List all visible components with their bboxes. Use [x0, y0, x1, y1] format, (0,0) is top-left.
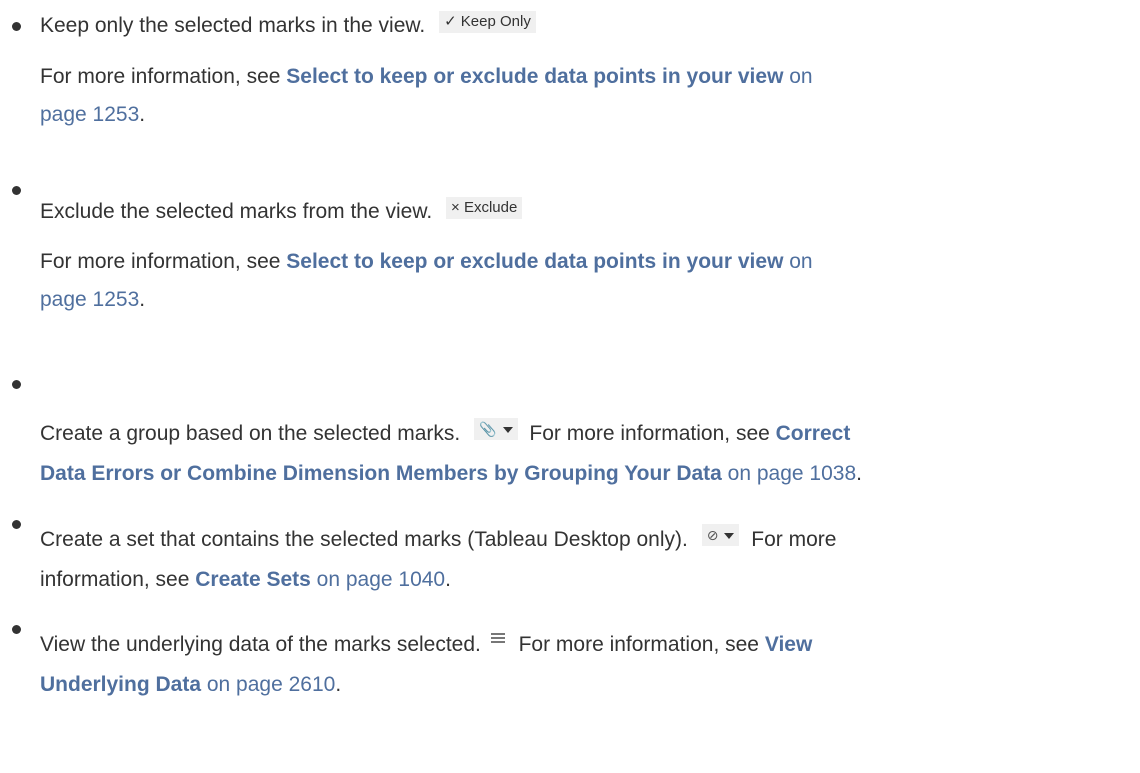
- info-line-2: page 1253.: [40, 286, 145, 314]
- info-prefix: For more information, see: [40, 65, 287, 88]
- item-text: Create a group based on the selected mar…: [40, 422, 461, 445]
- info-line-2: page 1253.: [40, 101, 145, 129]
- info-prefix: For more: [751, 528, 837, 551]
- link-view-underlying-data-cont[interactable]: Underlying Data: [40, 673, 201, 696]
- bullet: [12, 380, 21, 389]
- info-line: For more information, see Select to keep…: [40, 63, 813, 91]
- exclude-button-image: × Exclude: [446, 197, 523, 219]
- link-select-keep-exclude[interactable]: Select to keep or exclude data points in…: [286, 65, 783, 88]
- page-link[interactable]: page 1253: [40, 288, 139, 311]
- info-prefix-2: information, see: [40, 568, 196, 591]
- item-text-line: Keep only the selected marks in the view…: [40, 11, 536, 40]
- info-on[interactable]: on: [783, 65, 812, 88]
- page-link[interactable]: on page 2610: [201, 673, 335, 696]
- period: .: [856, 462, 862, 485]
- item-text: View the underlying data of the marks se…: [40, 633, 481, 656]
- set-dropdown-icon: ⊘: [701, 524, 740, 546]
- item-text-line: Create a set that contains the selected …: [40, 524, 837, 554]
- info-prefix: For more information, see: [40, 250, 287, 273]
- chevron-down-icon: [502, 427, 513, 434]
- link-correct-data-errors-cont[interactable]: Data Errors or Combine Dimension Members…: [40, 462, 722, 485]
- period: .: [445, 568, 451, 591]
- page-link[interactable]: page 1253: [40, 103, 139, 126]
- item-text: Create a set that contains the selected …: [40, 528, 688, 551]
- period: .: [139, 103, 146, 126]
- chevron-down-icon: [724, 533, 735, 540]
- info-line-2: Data Errors or Combine Dimension Members…: [40, 460, 862, 488]
- keep-only-button-image: ✓ Keep Only: [439, 11, 536, 33]
- info-on[interactable]: on: [783, 250, 812, 273]
- view-data-icon: [490, 633, 505, 646]
- link-view-underlying-data[interactable]: View: [765, 633, 812, 656]
- period: .: [335, 673, 342, 696]
- bullet: [12, 520, 21, 529]
- bullet: [12, 186, 21, 195]
- paperclip-dropdown-icon: 📎: [474, 418, 518, 440]
- item-text-line: Create a group based on the selected mar…: [40, 418, 851, 448]
- link-select-keep-exclude[interactable]: Select to keep or exclude data points in…: [286, 250, 783, 273]
- item-text: Exclude the selected marks from the view…: [40, 200, 433, 223]
- link-create-sets[interactable]: Create Sets: [195, 568, 311, 591]
- page-link[interactable]: on page 1038: [722, 462, 856, 485]
- bullet: [12, 625, 21, 634]
- page-link[interactable]: on page 1040: [311, 568, 445, 591]
- item-text: Keep only the selected marks in the view…: [40, 14, 426, 37]
- bullet: [12, 22, 21, 31]
- info-prefix: For more information, see: [529, 422, 776, 445]
- info-line-2: information, see Create Sets on page 104…: [40, 566, 451, 594]
- item-text-line: Exclude the selected marks from the view…: [40, 197, 523, 226]
- info-line: For more information, see Select to keep…: [40, 248, 813, 276]
- info-line-2: Underlying Data on page 2610.: [40, 671, 341, 699]
- item-text-line: View the underlying data of the marks se…: [40, 631, 812, 659]
- link-correct-data-errors[interactable]: Correct: [776, 422, 851, 445]
- info-prefix: For more information, see: [518, 633, 765, 656]
- period: .: [139, 288, 146, 311]
